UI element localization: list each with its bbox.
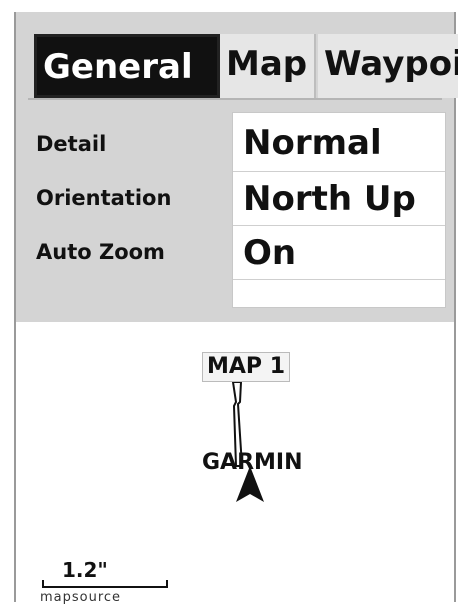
orientation-label: Orientation: [36, 186, 172, 210]
tab-waypoints[interactable]: Waypoin:: [318, 34, 458, 98]
scale-bar: [42, 580, 168, 588]
settings-values: Normal North Up On: [232, 112, 446, 308]
map-preview[interactable]: MAP 1 GARMIN 1.2" mapsource: [16, 322, 454, 605]
row-divider: [233, 279, 445, 280]
row-divider: [233, 225, 445, 226]
settings-panel: General Map Waypoin: Detail Orientation …: [16, 12, 458, 322]
map-source-label: mapsource: [40, 590, 122, 605]
auto-zoom-value[interactable]: On: [243, 229, 443, 277]
auto-zoom-label: Auto Zoom: [36, 240, 165, 264]
position-arrow-icon: [236, 466, 264, 502]
scale-value: 1.2": [62, 558, 108, 582]
detail-value[interactable]: Normal: [243, 119, 443, 167]
tab-map[interactable]: Map: [220, 34, 316, 98]
tab-bar: General Map Waypoin:: [28, 34, 458, 98]
row-divider: [233, 171, 445, 172]
detail-label: Detail: [36, 132, 107, 156]
orientation-value[interactable]: North Up: [243, 175, 443, 223]
tab-general[interactable]: General: [34, 34, 220, 98]
device-screen: General Map Waypoin: Detail Orientation …: [14, 12, 458, 605]
waypoint-label: MAP 1: [202, 352, 291, 382]
tab-divider: [28, 98, 442, 100]
